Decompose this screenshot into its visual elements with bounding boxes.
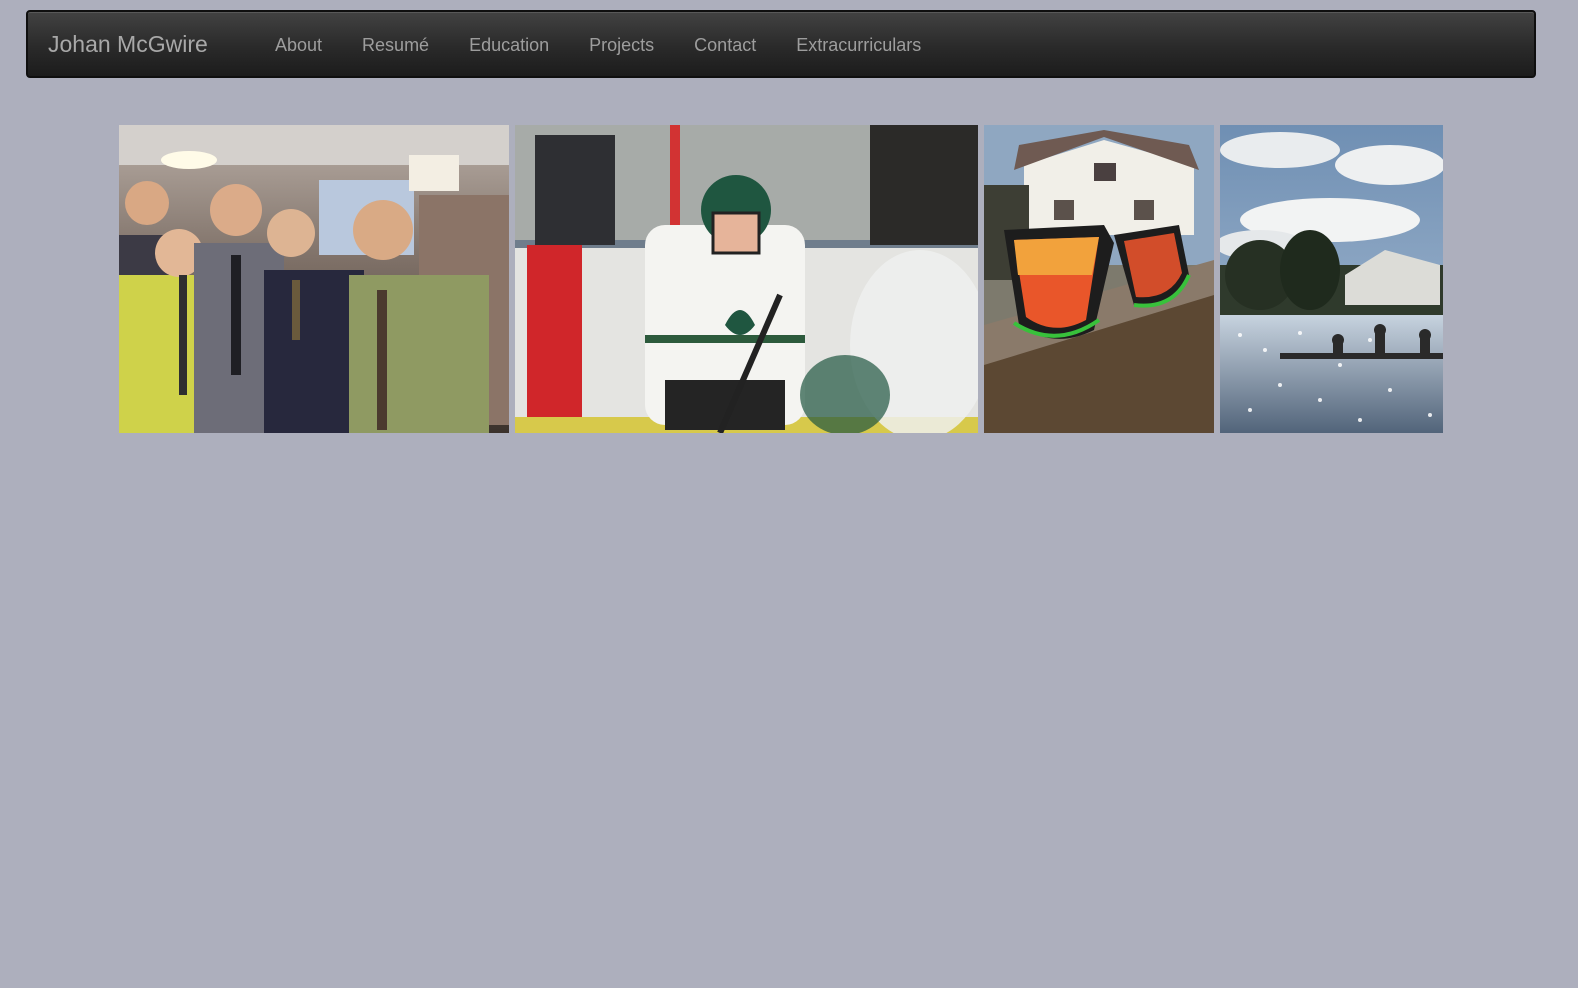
nav-item-resume: Resumé bbox=[342, 12, 449, 76]
nav-item-extracurriculars: Extracurriculars bbox=[776, 12, 941, 76]
nav-item-education: Education bbox=[449, 12, 569, 76]
rowing-photo bbox=[1220, 125, 1443, 433]
group-photo bbox=[119, 125, 509, 433]
nav-link-education[interactable]: Education bbox=[449, 12, 569, 76]
nav-link-extracurriculars[interactable]: Extracurriculars bbox=[776, 12, 941, 76]
nav-item-projects: Projects bbox=[569, 12, 674, 76]
nav-menu: About Resumé Education Projects Contact … bbox=[255, 12, 941, 76]
nav-link-projects[interactable]: Projects bbox=[569, 12, 674, 76]
nav-link-contact[interactable]: Contact bbox=[674, 12, 776, 76]
sunglasses-photo bbox=[984, 125, 1214, 433]
nav-link-about[interactable]: About bbox=[255, 12, 342, 76]
hockey-photo bbox=[515, 125, 978, 433]
photo-gallery bbox=[0, 125, 1578, 433]
nav-item-contact: Contact bbox=[674, 12, 776, 76]
brand-link[interactable]: Johan McGwire bbox=[48, 12, 208, 76]
nav-item-about: About bbox=[255, 12, 342, 76]
top-navbar: Johan McGwire About Resumé Education Pro… bbox=[26, 10, 1536, 78]
nav-link-resume[interactable]: Resumé bbox=[342, 12, 449, 76]
